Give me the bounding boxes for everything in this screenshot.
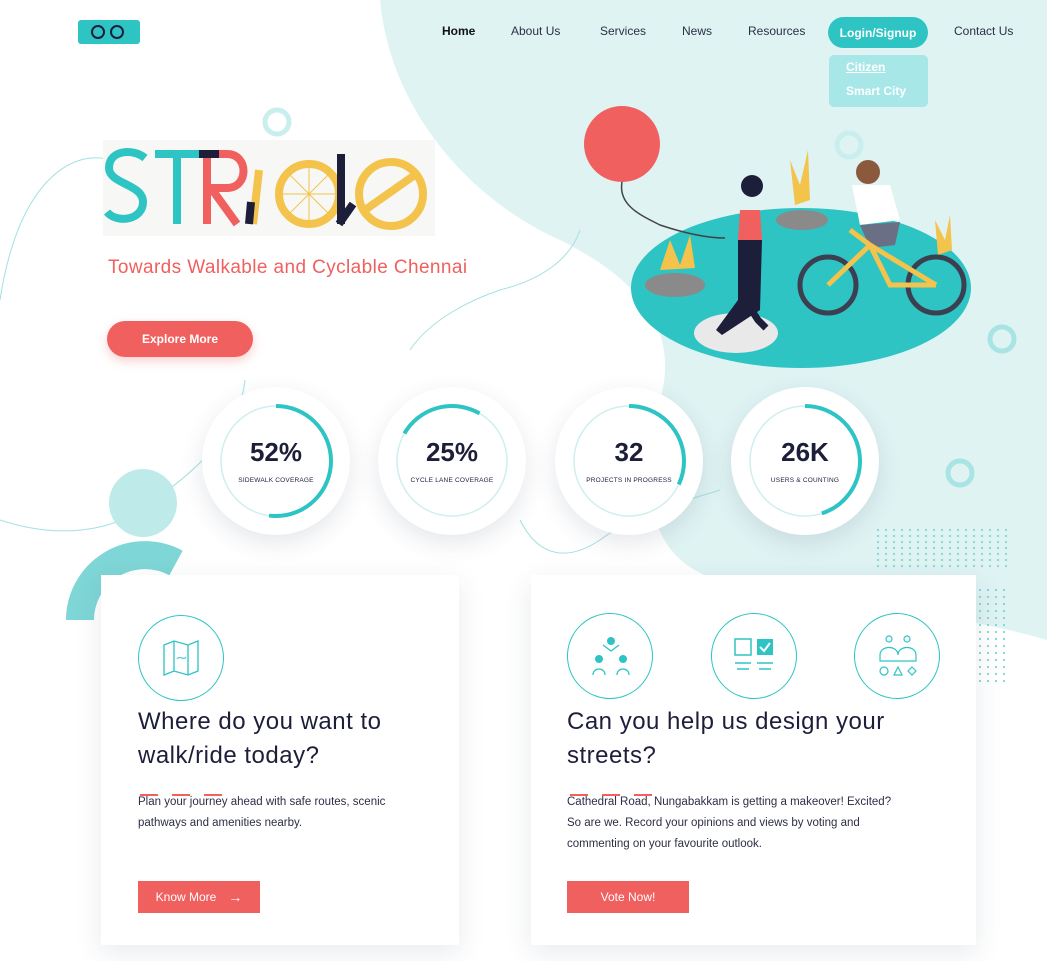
stat-value: 25%	[425, 437, 479, 467]
nav-contact-us[interactable]: Contact Us	[954, 24, 1013, 38]
stat-users-counting: 26K USERS & COUNTING	[731, 387, 879, 535]
card-title: Can you help us design your	[567, 708, 885, 735]
street-design-card: Can you help us design your streets? Cat…	[531, 575, 976, 945]
logo-ring-icon	[91, 25, 105, 39]
nav-services[interactable]: Services	[600, 24, 646, 38]
card-title: walk/ride today?	[138, 742, 320, 769]
stat-projects-in-progress: 32 PROJECTS IN PROGRESS	[555, 387, 703, 535]
login-dropdown-menu: Citizen Smart City	[829, 55, 928, 107]
vote-now-label: Vote Now!	[600, 890, 656, 904]
nav-home[interactable]: Home	[442, 24, 475, 38]
card-description: Plan your journey ahead with safe routes…	[138, 796, 386, 808]
stat-label: PROJECTS IN PROGRESS	[586, 477, 672, 484]
arrow-right-icon: →	[228, 889, 243, 905]
stride-wordmark-icon	[103, 148, 427, 230]
vote-now-button[interactable]: Vote Now!	[567, 881, 689, 913]
explore-more-button[interactable]: Explore More	[107, 321, 253, 357]
people-shapes-icon	[854, 613, 940, 699]
vote-checkbox-icon	[711, 613, 797, 699]
card-description: commenting on your favourite outlook.	[567, 838, 762, 850]
stat-value: 32	[614, 437, 644, 467]
nav-resources[interactable]: Resources	[748, 24, 805, 38]
card-description: So are we. Record your opinions and view…	[567, 817, 860, 829]
stride-brand-logo	[103, 140, 435, 236]
stat-label: SIDEWALK COVERAGE	[238, 477, 314, 484]
card-description: pathways and amenities nearby.	[138, 817, 303, 829]
know-more-label: Know More	[155, 890, 217, 904]
card-title: streets?	[567, 742, 657, 769]
card-title: Where do you want to	[138, 708, 382, 735]
nav-news[interactable]: News	[682, 24, 712, 38]
login-signup-button[interactable]: Login/Signup	[828, 17, 928, 48]
stat-cycle-lane-coverage: 25% CYCLE LANE COVERAGE	[378, 387, 526, 535]
community-icon	[567, 613, 653, 699]
stat-value: 52%	[249, 437, 303, 467]
dropdown-item-citizen[interactable]: Citizen	[846, 60, 885, 74]
nav-about-us[interactable]: About Us	[511, 24, 560, 38]
stat-label: CYCLE LANE COVERAGE	[410, 477, 494, 484]
map-icon	[138, 615, 224, 701]
stat-label: USERS & COUNTING	[770, 477, 840, 484]
plan-journey-card: Where do you want to walk/ride today? Pl…	[101, 575, 459, 945]
hero-tagline: Towards Walkable and Cyclable Chennai	[108, 257, 468, 278]
logo-ring-icon	[110, 25, 124, 39]
site-logo[interactable]	[78, 20, 140, 44]
card-description: Cathedral Road, Nungabakkam is getting a…	[567, 796, 892, 808]
dropdown-item-smart-city[interactable]: Smart City	[846, 84, 906, 98]
stat-sidewalk-coverage: 52% SIDEWALK COVERAGE	[202, 387, 350, 535]
stat-value: 26K	[781, 437, 829, 467]
know-more-button[interactable]: Know More →	[138, 881, 260, 913]
